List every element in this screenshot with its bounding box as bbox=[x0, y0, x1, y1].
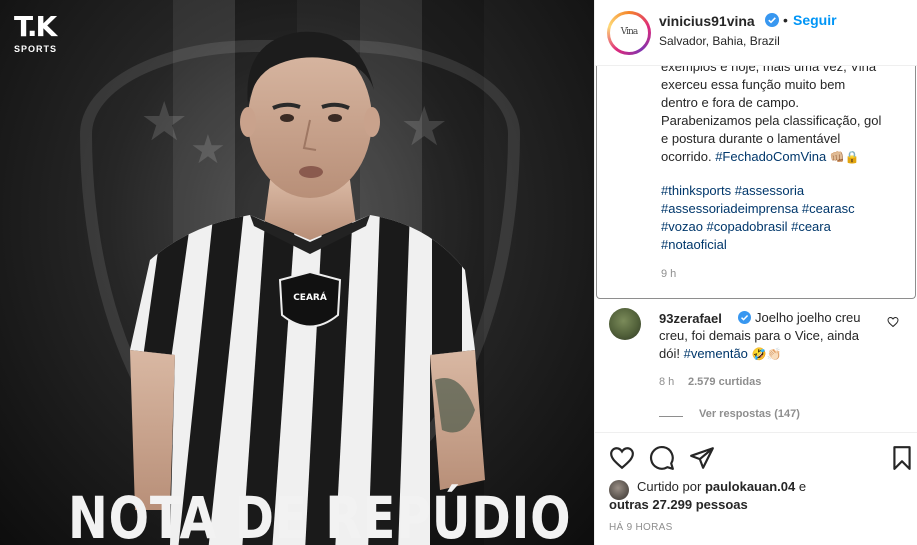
comment-text: Joelho joelho creu bbox=[755, 310, 861, 325]
caption-line: exerceu essa função muito bem bbox=[661, 77, 846, 92]
likes-summary: Curtido por paulokauan.04 e outras 27.29… bbox=[595, 476, 917, 516]
hashtag-link[interactable]: #vementão bbox=[684, 346, 748, 361]
view-replies-button[interactable]: Ver respostas (147) bbox=[699, 408, 800, 420]
heart-icon[interactable] bbox=[609, 445, 635, 471]
caption-line: Parabenizamos pela classificação, gol bbox=[661, 113, 882, 128]
caption-line: exemplos e hoje, mais uma vez, Vina bbox=[661, 66, 877, 74]
post-headline: NOTA DE REPÚDIO bbox=[68, 484, 572, 545]
location-link[interactable]: Salvador, Bahia, Brazil bbox=[659, 34, 780, 48]
comment-text: dói! bbox=[659, 346, 680, 361]
logo-subtitle: SPORTS bbox=[14, 44, 58, 54]
caption-line: dentro e fora de campo. bbox=[661, 95, 800, 110]
comment-item: 93zerafael Joelho joelho creu creu, foi … bbox=[595, 300, 917, 430]
caption-area[interactable]: exemplos e hoje, mais uma vez, Vina exer… bbox=[596, 66, 916, 299]
comment-username-link[interactable]: 93zerafael bbox=[659, 311, 722, 326]
jersey-badge-text: CEARÁ bbox=[293, 291, 327, 303]
post-timestamp[interactable]: HÁ 9 HORAS bbox=[609, 522, 673, 533]
replies-divider bbox=[659, 416, 683, 417]
hashtag-link[interactable]: #FechadoComVina bbox=[715, 149, 826, 164]
avatar[interactable]: Vina bbox=[607, 11, 651, 55]
username-link[interactable]: vinicius91vina bbox=[659, 13, 755, 29]
avatar-inner: Vina bbox=[610, 14, 648, 52]
hashtag-line[interactable]: #assessoriadeimprensa #cearasc bbox=[661, 200, 855, 218]
paper-plane-icon[interactable] bbox=[689, 445, 715, 471]
post-actions-bar bbox=[595, 432, 917, 478]
emoji-fist-lock: 👊🏼🔒 bbox=[829, 150, 860, 164]
bookmark-icon[interactable] bbox=[889, 445, 915, 471]
emoji-laugh-clap: 🤣👏🏻 bbox=[751, 347, 782, 361]
verified-badge-icon bbox=[765, 13, 779, 27]
comment-text-line: dói! #vementão 🤣👏🏻 bbox=[659, 345, 781, 363]
comment-bubble-icon[interactable] bbox=[649, 445, 675, 471]
logo-mark: T.K bbox=[14, 10, 57, 43]
likes-prefix: Curtido por bbox=[637, 479, 702, 494]
hashtag-line[interactable]: #vozao #copadobrasil #ceara bbox=[661, 218, 831, 236]
likes-count-link[interactable]: outras 27.299 pessoas bbox=[609, 497, 748, 512]
comment-text: creu, foi demais para o Vice, ainda bbox=[659, 328, 859, 343]
hashtag-line[interactable]: #notaoficial bbox=[661, 236, 727, 254]
likes-conjunction: e bbox=[798, 479, 807, 494]
brand-logo: T.K SPORTS bbox=[14, 12, 70, 58]
comment-likes-link[interactable]: 2.579 curtidas bbox=[688, 376, 761, 388]
caption-line: e postura durante o lamentável bbox=[661, 131, 841, 146]
player-photo: CEARÁ bbox=[130, 31, 485, 545]
comment-time: 8 h bbox=[659, 376, 675, 388]
post-header: Vina vinicius91vina • Seguir Salvador, B… bbox=[595, 0, 917, 66]
heart-icon[interactable] bbox=[887, 316, 899, 328]
likes-line: Curtido por paulokauan.04 e bbox=[637, 479, 806, 494]
dot-separator: • bbox=[783, 12, 788, 28]
verified-badge-icon bbox=[738, 311, 751, 324]
follow-button[interactable]: Seguir bbox=[793, 12, 837, 28]
caption-line-with-hashtag: ocorrido. #FechadoComVina 👊🏼🔒 bbox=[661, 148, 860, 166]
caption-time: 9 h bbox=[661, 268, 677, 280]
liker-username-link[interactable]: paulokauan.04 bbox=[705, 479, 795, 494]
caption-text: ocorrido. bbox=[661, 149, 712, 164]
comment-avatar[interactable] bbox=[609, 308, 641, 340]
avatar-text: Vina bbox=[620, 27, 638, 37]
hashtag-line[interactable]: #thinksports #assessoria bbox=[661, 182, 804, 200]
post-side-panel: Vina vinicius91vina • Seguir Salvador, B… bbox=[594, 0, 917, 545]
post-image[interactable]: ★ ★ ★ T.K SPORTS CEARÁ NOTA DE REPÚDIO bbox=[0, 0, 594, 545]
